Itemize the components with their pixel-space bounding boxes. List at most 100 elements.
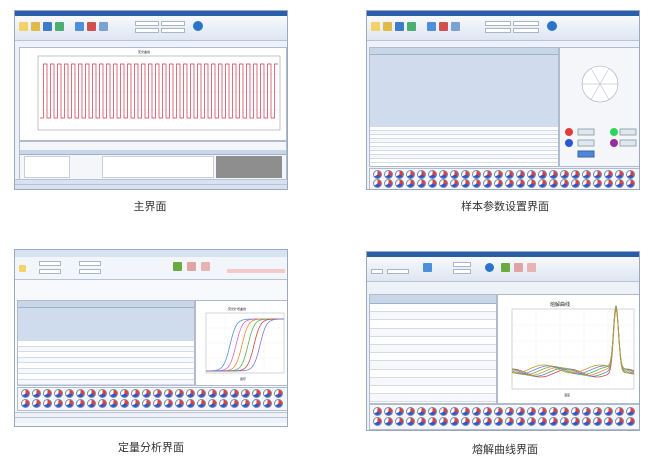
plate-well[interactable] (406, 179, 415, 188)
parameter-field[interactable] (453, 262, 471, 267)
plate-well[interactable] (32, 399, 41, 408)
parameter-field[interactable] (513, 28, 539, 33)
plate-well[interactable] (417, 179, 426, 188)
plate-well[interactable] (230, 389, 239, 398)
plate-well[interactable] (32, 389, 41, 398)
plate-well[interactable] (252, 389, 261, 398)
plate-well[interactable] (571, 417, 580, 426)
plate-well[interactable] (494, 170, 503, 179)
plate-well[interactable] (120, 389, 129, 398)
table-row[interactable] (370, 320, 496, 329)
plate-well[interactable] (197, 389, 206, 398)
plate-well[interactable] (626, 417, 635, 426)
print-icon[interactable] (527, 263, 536, 272)
plate-well[interactable] (527, 170, 536, 179)
plate-well[interactable] (615, 417, 624, 426)
plate-well[interactable] (43, 399, 52, 408)
save-icon[interactable] (43, 22, 52, 31)
plate-well[interactable] (461, 417, 470, 426)
plate-well[interactable] (428, 179, 437, 188)
plate-well[interactable] (582, 417, 591, 426)
parameter-field[interactable] (513, 21, 539, 26)
plate-well[interactable] (87, 399, 96, 408)
save-icon[interactable] (395, 22, 404, 31)
plate-well[interactable] (571, 407, 580, 416)
plate-well[interactable] (65, 389, 74, 398)
plate-well[interactable] (186, 389, 195, 398)
plate-well[interactable] (373, 417, 382, 426)
plate-well[interactable] (197, 399, 206, 408)
plate-well[interactable] (417, 417, 426, 426)
table-row[interactable] (370, 394, 496, 403)
plate-well[interactable] (472, 407, 481, 416)
plate-well[interactable] (571, 179, 580, 188)
plate-well[interactable] (219, 389, 228, 398)
plate-well[interactable] (472, 170, 481, 179)
print-icon[interactable] (201, 262, 210, 271)
report-icon[interactable] (187, 262, 196, 271)
table-row[interactable] (18, 379, 194, 385)
plate-well[interactable] (76, 399, 85, 408)
plate-well[interactable] (131, 399, 140, 408)
new-file-icon[interactable] (19, 22, 28, 31)
plate-wells[interactable] (369, 168, 639, 189)
export-icon[interactable] (407, 22, 416, 31)
table-row[interactable] (370, 159, 558, 163)
plate-well[interactable] (54, 389, 63, 398)
plate-well[interactable] (626, 179, 635, 188)
plate-well[interactable] (373, 179, 382, 188)
open-file-icon[interactable] (31, 22, 40, 31)
plate-well[interactable] (483, 170, 492, 179)
chart-icon[interactable] (173, 262, 182, 271)
plate-well[interactable] (153, 399, 162, 408)
plate-well[interactable] (615, 170, 624, 179)
parameter-field[interactable] (39, 261, 61, 266)
plate-well[interactable] (208, 399, 217, 408)
plate-well[interactable] (505, 417, 514, 426)
plate-well[interactable] (538, 417, 547, 426)
parameter-field[interactable] (453, 269, 471, 274)
plate-well[interactable] (450, 407, 459, 416)
plate-well[interactable] (153, 389, 162, 398)
plate-well[interactable] (582, 179, 591, 188)
info-icon[interactable] (193, 21, 203, 31)
plate-well[interactable] (21, 389, 30, 398)
plate-well[interactable] (527, 417, 536, 426)
table-row[interactable] (370, 369, 496, 378)
plate-well[interactable] (615, 179, 624, 188)
plate-well[interactable] (593, 417, 602, 426)
plate-well[interactable] (494, 417, 503, 426)
plate-well[interactable] (516, 417, 525, 426)
new-file-icon[interactable] (371, 22, 380, 31)
plate-well[interactable] (428, 407, 437, 416)
plate-well[interactable] (241, 389, 250, 398)
plate-well[interactable] (483, 407, 492, 416)
plate-well[interactable] (582, 170, 591, 179)
table-row[interactable] (370, 328, 496, 337)
plate-well[interactable] (472, 179, 481, 188)
parameter-field[interactable] (387, 269, 409, 274)
plate-wells[interactable] (17, 387, 287, 411)
plate-well[interactable] (384, 179, 393, 188)
plate-well[interactable] (604, 170, 613, 179)
plate-well[interactable] (428, 417, 437, 426)
parameter-field[interactable] (135, 21, 159, 26)
table-row[interactable] (370, 377, 496, 386)
table-row[interactable] (370, 386, 496, 395)
chart-icon[interactable] (501, 263, 510, 272)
plate-well[interactable] (450, 417, 459, 426)
report-icon[interactable] (514, 263, 523, 272)
plate-well[interactable] (527, 179, 536, 188)
sample-table[interactable] (369, 47, 559, 167)
plate-well[interactable] (109, 389, 118, 398)
parameter-field[interactable] (485, 21, 511, 26)
table-row[interactable] (370, 361, 496, 370)
info-icon[interactable] (485, 263, 494, 272)
plate-well[interactable] (395, 407, 404, 416)
parameter-field[interactable] (161, 28, 185, 33)
plate-well[interactable] (483, 179, 492, 188)
plate-well[interactable] (604, 179, 613, 188)
plate-well[interactable] (593, 179, 602, 188)
table-row[interactable] (370, 345, 496, 354)
plate-well[interactable] (472, 417, 481, 426)
